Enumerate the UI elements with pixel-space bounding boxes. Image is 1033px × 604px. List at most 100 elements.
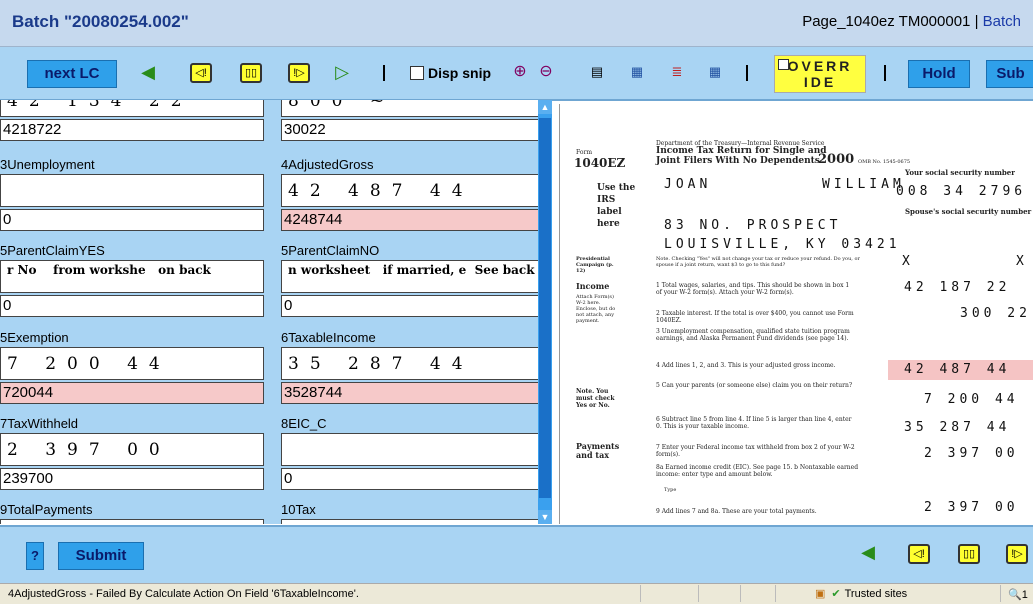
field-input[interactable] [281,119,538,141]
field-input[interactable] [0,119,264,141]
next-arrow-icon[interactable]: ▷ [331,61,353,83]
line-2-text: 2 Taxable interest. If the total is over… [656,310,854,324]
note-check: Note. You must check Yes or No. [576,388,615,409]
previous-lc-icon[interactable]: ◁! [190,63,212,83]
toolbar-divider [746,65,748,81]
omb-number: OMB No. 1545-0675 [858,159,911,165]
toolbar-divider [884,65,886,81]
line-7-text: 7 Enter your Federal income tax withheld… [656,444,855,458]
override-button[interactable]: OVERR IDE [774,55,866,93]
field-input[interactable] [0,382,264,404]
field-label: 9TotalPayments [0,502,93,517]
scroll-thumb[interactable] [539,118,551,498]
field-panel: 42 134 22 800 ~ 3Unemployment 4AdjustedG… [0,100,538,524]
zoom-value: 1 [1021,589,1028,601]
field-snippet: 800 ~ [281,100,538,117]
field-label: 10Tax [281,502,316,517]
batch-title: Batch "20080254.002" [12,12,189,31]
checkbox-mark: X [1016,254,1028,269]
page-label: Page_1040ez TM000001 [802,13,971,30]
submit-button[interactable]: Submit [58,542,144,570]
form-title-line2: Joint Filers With No Dependents [656,156,820,166]
next-flag-icon[interactable]: !▷ [1006,544,1028,564]
field-snippet [281,519,538,524]
page-icon[interactable]: ▦ [626,61,648,83]
override-label: OVERR IDE [787,58,853,90]
hold-button[interactable]: Hold [908,60,970,88]
field-input[interactable] [281,209,538,231]
spouse-ssn-heading: Spouse's social security number [905,207,1032,216]
bottom-bar: ? Submit ◀ ◁! ▯▯ !▷ [0,525,1033,583]
line-6-text: 6 Subtract line 5 from line 4. If line 5… [656,416,852,430]
previous-arrow-icon[interactable]: ◀ [857,541,879,563]
field-input[interactable] [281,468,538,490]
field-input[interactable] [0,295,264,317]
field-label: 5ParentClaimYES [0,243,105,258]
line-9-amount: 2 397 00 [924,500,1019,515]
scroll-up-icon[interactable]: ▲ [538,100,552,114]
rotate-icon[interactable]: ▤ [586,61,608,83]
line-7-amount: 2 397 00 [924,446,1019,461]
status-divider [740,585,741,602]
last-name-handwriting: WILLIAM [822,177,905,192]
presidential-label: Presidential Campaign (p. 12) [576,256,614,274]
zoom-icon: 🔍 [1008,589,1022,601]
disp-snip-toggle[interactable]: Disp snip [410,65,491,81]
field-input[interactable] [0,209,264,231]
zoom-in-icon[interactable]: ⊕ [509,61,531,83]
field-label: 7TaxWithheld [0,416,79,431]
ssn-heading: Your social security number [905,168,1015,177]
zoom-out-icon[interactable]: ⊖ [535,61,557,83]
field-snippet: r No from workshe on back [0,260,264,293]
previous-lc-icon[interactable]: ◁! [908,544,930,564]
next-flag-icon[interactable]: !▷ [288,63,310,83]
status-bar: 4AdjustedGross - Failed By Calculate Act… [0,583,1033,604]
vertical-scrollbar[interactable]: ▲ ▼ [538,100,552,524]
next-lc-button[interactable]: next LC [27,60,117,88]
scroll-down-icon[interactable]: ▼ [538,510,552,524]
field-label: 4AdjustedGross [281,157,374,172]
security-zone: ▣ ✔ Trusted sites [815,587,908,601]
title-bar: Batch "20080254.002" Page_1040ez TM00000… [0,0,1033,47]
zoom-level[interactable]: 🔍1 [1008,588,1028,601]
toolbar-divider [383,65,385,81]
pause-icon[interactable]: ▯▯ [958,544,980,564]
submit-top-button[interactable]: Sub [986,60,1033,88]
line-2-amount: 300 22 [960,306,1031,321]
line-1-text: 1 Total wages, salaries, and tips. This … [656,282,850,296]
status-divider [1000,585,1001,602]
line-6-amount: 35 287 44 [904,420,1011,435]
fit-page-icon[interactable]: ▦ [704,61,726,83]
form-title-line1: Income Tax Return for Single and [656,146,827,156]
use-label-text: Use the IRS label here [597,183,636,229]
field-label: 5Exemption [0,330,69,345]
status-divider [698,585,699,602]
attach-note: Attach Form(s) W-2 here. Enclose, but do… [576,294,616,324]
disp-snip-checkbox[interactable] [410,66,424,80]
city-handwriting: LOUISVILLE, KY 03421 [664,237,901,252]
batch-link[interactable]: Batch [983,13,1021,30]
field-input[interactable] [281,382,538,404]
form-id: 1040EZ [574,156,626,170]
line-5-text: 5 Can your parents (or someone else) cla… [656,382,853,389]
help-button[interactable]: ? [26,542,44,570]
highlight-icon[interactable]: ≣ [666,61,688,83]
trusted-label: Trusted sites [844,587,908,600]
pause-icon[interactable]: ▯▯ [240,63,262,83]
form-year: 2000 [818,152,855,167]
line-1-amount: 42 187 22 [904,280,1011,295]
field-label: 3Unemployment [0,157,95,172]
ssn-handwriting: 008 34 2796 [896,184,1027,199]
field-snippet: n worksheet if married, e See back for e [281,260,538,293]
field-input[interactable] [281,295,538,317]
override-checkbox[interactable] [778,59,789,70]
address-handwriting: 83 NO. PROSPECT [664,218,842,233]
field-snippet [0,519,264,524]
field-snippet: 7 200 44 [0,347,264,380]
previous-arrow-icon[interactable]: ◀ [137,61,159,83]
field-input[interactable] [0,468,264,490]
income-heading: Income [576,281,610,291]
type-label: Type [664,487,677,493]
document-image: Department of the Treasury—Internal Reve… [559,104,1033,524]
first-name-handwriting: JOAN [664,177,712,192]
